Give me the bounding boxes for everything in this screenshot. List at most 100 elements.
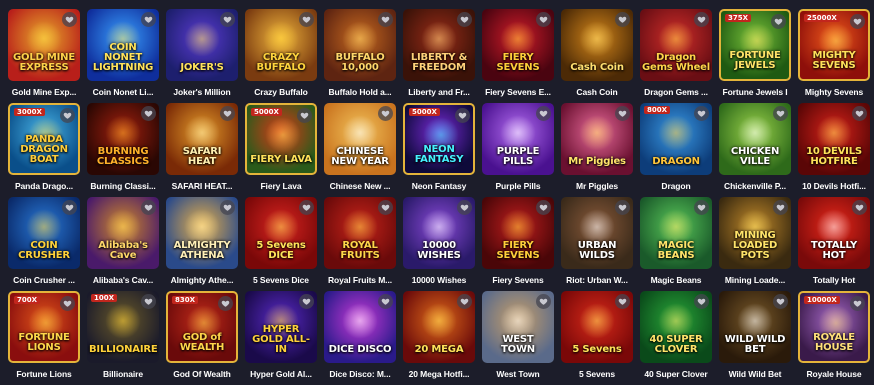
game-title[interactable]: Alibaba's Cav... (87, 275, 159, 285)
favorite-heart-icon[interactable] (694, 12, 709, 27)
game-title[interactable]: Hyper Gold Al... (245, 369, 317, 379)
game-thumbnail[interactable]: MINING LOADED POTS (719, 197, 791, 269)
game-title[interactable]: Chickenville P... (719, 181, 791, 191)
game-title[interactable]: Dice Disco: M... (324, 369, 396, 379)
favorite-heart-icon[interactable] (694, 294, 709, 309)
game-thumbnail[interactable]: ALMIGHTY ATHENA (166, 197, 238, 269)
game-thumbnail[interactable]: 700X FORTUNE LIONS (8, 291, 80, 363)
game-thumbnail[interactable]: 5 Sevens (561, 291, 633, 363)
favorite-heart-icon[interactable] (60, 108, 75, 123)
game-title[interactable]: Dragon Gems ... (640, 87, 712, 97)
game-tile-jokers-million[interactable]: JOKER'S Joker's Million (166, 9, 238, 103)
favorite-heart-icon[interactable] (694, 106, 709, 121)
game-tile-20-mega-hotfire[interactable]: 20 MEGA 20 Mega Hotfi... (403, 291, 475, 385)
favorite-heart-icon[interactable] (141, 12, 156, 27)
game-thumbnail[interactable]: CHICKEN VILLE (719, 103, 791, 175)
game-tile-buffalo-hold-and-win[interactable]: BUFFALO 10,000 Buffalo Hold a... (324, 9, 396, 103)
game-tile-coin-crusher[interactable]: COIN CRUSHER Coin Crusher ... (8, 197, 80, 291)
game-thumbnail[interactable]: 40 SUPER CLOVER (640, 291, 712, 363)
favorite-heart-icon[interactable] (457, 12, 472, 27)
game-tile-fiery-sevens[interactable]: FIERY SEVENS Fiery Sevens (482, 197, 554, 291)
game-title[interactable]: Mighty Sevens (798, 87, 870, 97)
game-thumbnail[interactable]: MAGIC BEANS (640, 197, 712, 269)
game-tile-wild-wild-bet[interactable]: WILD WILD BET Wild Wild Bet (719, 291, 791, 385)
game-tile-dragon-gems-wheel[interactable]: Dragon Gems Wheel Dragon Gems ... (640, 9, 712, 103)
game-title[interactable]: Fiery Sevens E... (482, 87, 554, 97)
game-title[interactable]: Fiery Sevens (482, 275, 554, 285)
game-thumbnail[interactable]: CRAZY BUFFALO (245, 9, 317, 81)
game-thumbnail[interactable]: DICE DISCO (324, 291, 396, 363)
game-title[interactable]: Gold Mine Exp... (8, 87, 80, 97)
favorite-heart-icon[interactable] (850, 296, 865, 311)
game-title[interactable]: Wild Wild Bet (719, 369, 791, 379)
game-title[interactable]: 10000 Wishes (403, 275, 475, 285)
game-title[interactable]: Cash Coin (561, 87, 633, 97)
game-tile-riot-urban-wilds[interactable]: URBAN WILDS Riot: Urban W... (561, 197, 633, 291)
game-thumbnail[interactable]: PURPLE PILLS (482, 103, 554, 175)
favorite-heart-icon[interactable] (60, 296, 75, 311)
favorite-heart-icon[interactable] (615, 12, 630, 27)
game-title[interactable]: Royale House (798, 369, 870, 379)
game-title[interactable]: 5 Sevens (561, 369, 633, 379)
favorite-heart-icon[interactable] (615, 106, 630, 121)
game-title[interactable]: Coin Crusher ... (8, 275, 80, 285)
game-tile-40-super-clover[interactable]: 40 SUPER CLOVER 40 Super Clover (640, 291, 712, 385)
favorite-heart-icon[interactable] (378, 106, 393, 121)
game-title[interactable]: Mr Piggles (561, 181, 633, 191)
favorite-heart-icon[interactable] (457, 294, 472, 309)
game-thumbnail[interactable]: URBAN WILDS (561, 197, 633, 269)
game-tile-liberty-and-freedom[interactable]: LIBERTY & FREEDOM Liberty and Fr... (403, 9, 475, 103)
favorite-heart-icon[interactable] (457, 200, 472, 215)
game-thumbnail[interactable]: 375X FORTUNE JEWELS (719, 9, 791, 81)
favorite-heart-icon[interactable] (62, 200, 77, 215)
game-thumbnail[interactable]: WILD WILD BET (719, 291, 791, 363)
game-tile-fiery-sevens-exclusive[interactable]: FIERY SEVENS Fiery Sevens E... (482, 9, 554, 103)
game-title[interactable]: Dragon (640, 181, 712, 191)
game-tile-fiery-lava[interactable]: 5000X FIERY LAVA Fiery Lava (245, 103, 317, 197)
favorite-heart-icon[interactable] (536, 294, 551, 309)
game-tile-mr-piggies[interactable]: Mr Piggies Mr Piggles (561, 103, 633, 197)
game-thumbnail[interactable]: 20 MEGA (403, 291, 475, 363)
favorite-heart-icon[interactable] (536, 12, 551, 27)
favorite-heart-icon[interactable] (141, 106, 156, 121)
game-title[interactable]: Royal Fruits M... (324, 275, 396, 285)
favorite-heart-icon[interactable] (850, 14, 865, 29)
favorite-heart-icon[interactable] (218, 296, 233, 311)
game-title[interactable]: Magic Beans (640, 275, 712, 285)
game-thumbnail[interactable]: 5000X NEON FANTASY (403, 103, 475, 175)
favorite-heart-icon[interactable] (141, 294, 156, 309)
game-thumbnail[interactable]: 3000X PANDA DRAGON BOAT (8, 103, 80, 175)
game-tile-purple-pills[interactable]: PURPLE PILLS Purple Pills (482, 103, 554, 197)
game-thumbnail[interactable]: COIN CRUSHER (8, 197, 80, 269)
game-title[interactable]: Almighty Athe... (166, 275, 238, 285)
game-title[interactable]: Burning Classi... (87, 181, 159, 191)
game-tile-chinese-new-year[interactable]: CHINESE NEW YEAR Chinese New ... (324, 103, 396, 197)
game-thumbnail[interactable]: FIERY SEVENS (482, 9, 554, 81)
game-thumbnail[interactable]: BUFFALO 10,000 (324, 9, 396, 81)
favorite-heart-icon[interactable] (299, 200, 314, 215)
game-thumbnail[interactable]: COIN NONET LIGHTNING (87, 9, 159, 81)
game-title[interactable]: Neon Fantasy (403, 181, 475, 191)
game-tile-royale-house[interactable]: 10000X ROYALE HOUSE Royale House (798, 291, 870, 385)
favorite-heart-icon[interactable] (378, 294, 393, 309)
game-title[interactable]: God Of Wealth (166, 369, 238, 379)
game-thumbnail[interactable]: Alibaba's Cave (87, 197, 159, 269)
game-tile-magic-beans[interactable]: MAGIC BEANS Magic Beans (640, 197, 712, 291)
favorite-heart-icon[interactable] (378, 12, 393, 27)
game-thumbnail[interactable]: 10 DEVILS HOTFIRE (798, 103, 870, 175)
game-title[interactable]: SAFARI HEAT... (166, 181, 238, 191)
game-thumbnail[interactable]: 100X BILLIONAIRE (87, 291, 159, 363)
favorite-heart-icon[interactable] (852, 106, 867, 121)
favorite-heart-icon[interactable] (615, 200, 630, 215)
game-thumbnail[interactable]: HYPER GOLD ALL-IN (245, 291, 317, 363)
game-tile-mighty-sevens[interactable]: 25000X MIGHTY SEVENS Mighty Sevens (798, 9, 870, 103)
game-thumbnail[interactable]: 10000 WISHES (403, 197, 475, 269)
game-thumbnail[interactable]: Mr Piggies (561, 103, 633, 175)
game-title[interactable]: 5 Sevens Dice (245, 275, 317, 285)
game-tile-5-sevens[interactable]: 5 Sevens 5 Sevens (561, 291, 633, 385)
game-title[interactable]: 20 Mega Hotfi... (403, 369, 475, 379)
favorite-heart-icon[interactable] (455, 108, 470, 123)
game-tile-coin-nonet-lightning[interactable]: COIN NONET LIGHTNING Coin Nonet Li... (87, 9, 159, 103)
favorite-heart-icon[interactable] (694, 200, 709, 215)
game-thumbnail[interactable]: CHINESE NEW YEAR (324, 103, 396, 175)
